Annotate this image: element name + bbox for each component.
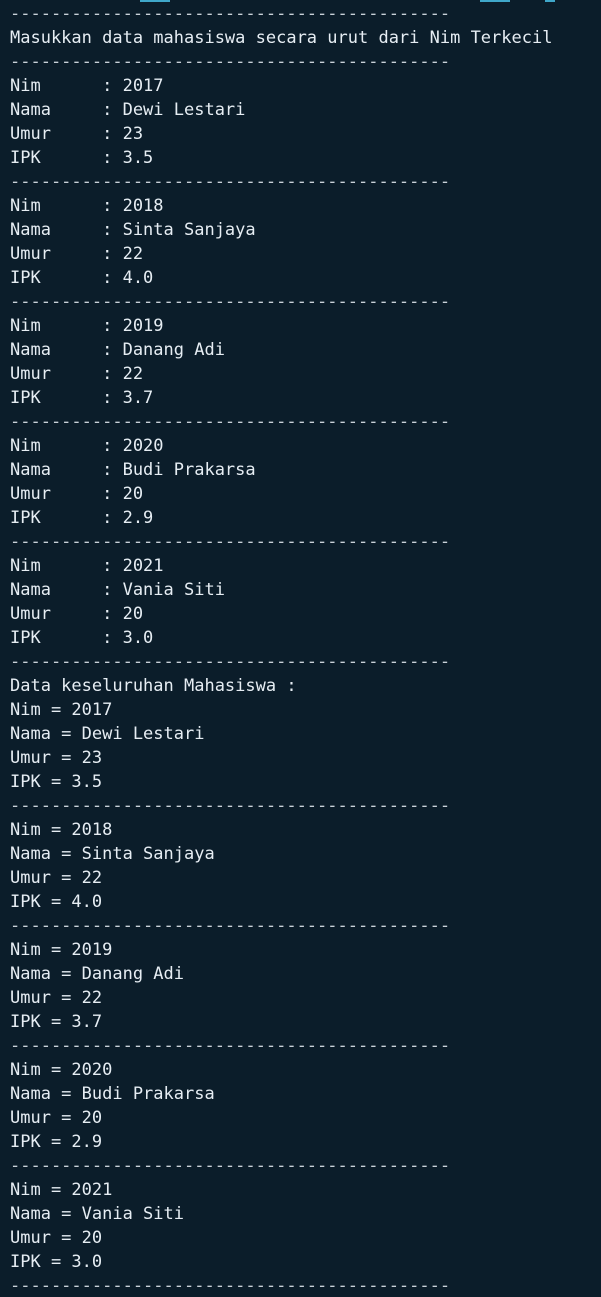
output-line: Nama = Danang Adi: [10, 964, 184, 984]
output-line: Umur : 23: [10, 124, 144, 144]
output-line: Nama : Sinta Sanjaya: [10, 220, 256, 240]
output-line: Nim = 2019: [10, 940, 113, 960]
output-line: IPK : 3.0: [10, 628, 154, 648]
output-line: Nim : 2021: [10, 556, 164, 576]
separator-line: ----------------------------------------…: [10, 652, 451, 672]
output-line: Nama = Budi Prakarsa: [10, 1084, 215, 1104]
output-line: Nim : 2018: [10, 196, 164, 216]
output-line: Nama : Vania Siti: [10, 580, 225, 600]
output-line: Umur = 20: [10, 1228, 103, 1248]
terminal-output[interactable]: ----------------------------------------…: [0, 0, 601, 1297]
terminal-lines: ----------------------------------------…: [10, 2, 552, 1297]
output-line: Data keseluruhan Mahasiswa :: [10, 676, 297, 696]
output-line: Nama = Sinta Sanjaya: [10, 844, 215, 864]
output-line: Nim = 2020: [10, 1060, 113, 1080]
output-line: Umur = 22: [10, 988, 103, 1008]
output-line: Nim : 2020: [10, 436, 164, 456]
output-line: Nama : Budi Prakarsa: [10, 460, 256, 480]
separator-line: ----------------------------------------…: [10, 532, 451, 552]
separator-line: ----------------------------------------…: [10, 1276, 451, 1296]
output-line: Umur : 22: [10, 244, 144, 264]
output-line: IPK = 3.5: [10, 772, 103, 792]
output-line: IPK : 3.7: [10, 388, 154, 408]
output-line: Nama : Danang Adi: [10, 340, 225, 360]
output-line: Nama = Dewi Lestari: [10, 724, 205, 744]
separator-line: ----------------------------------------…: [10, 916, 451, 936]
separator-line: ----------------------------------------…: [10, 796, 451, 816]
output-line: Umur = 20: [10, 1108, 103, 1128]
output-line: Umur = 23: [10, 748, 103, 768]
output-line: IPK = 3.7: [10, 1012, 103, 1032]
separator-line: ----------------------------------------…: [10, 172, 451, 192]
output-line: Umur : 22: [10, 364, 144, 384]
output-line: IPK = 4.0: [10, 892, 103, 912]
output-line: IPK : 3.5: [10, 148, 154, 168]
separator-line: ----------------------------------------…: [10, 1156, 451, 1176]
separator-line: ----------------------------------------…: [10, 292, 451, 312]
output-line: Nim : 2019: [10, 316, 164, 336]
separator-line: ----------------------------------------…: [10, 52, 451, 72]
output-line: IPK = 3.0: [10, 1252, 103, 1272]
output-line: Masukkan data mahasiswa secara urut dari…: [10, 28, 553, 48]
output-line: IPK : 4.0: [10, 268, 154, 288]
output-line: Umur : 20: [10, 604, 144, 624]
output-line: Nama : Dewi Lestari: [10, 100, 246, 120]
output-line: Umur = 22: [10, 868, 103, 888]
output-line: IPK : 2.9: [10, 508, 154, 528]
output-line: Nim : 2017: [10, 76, 164, 96]
separator-line: ----------------------------------------…: [10, 4, 451, 24]
output-line: Nama = Vania Siti: [10, 1204, 184, 1224]
output-line: IPK = 2.9: [10, 1132, 103, 1152]
separator-line: ----------------------------------------…: [10, 412, 451, 432]
output-line: Nim = 2018: [10, 820, 113, 840]
output-line: Umur : 20: [10, 484, 144, 504]
separator-line: ----------------------------------------…: [10, 1036, 451, 1056]
output-line: Nim = 2017: [10, 700, 113, 720]
output-line: Nim = 2021: [10, 1180, 113, 1200]
